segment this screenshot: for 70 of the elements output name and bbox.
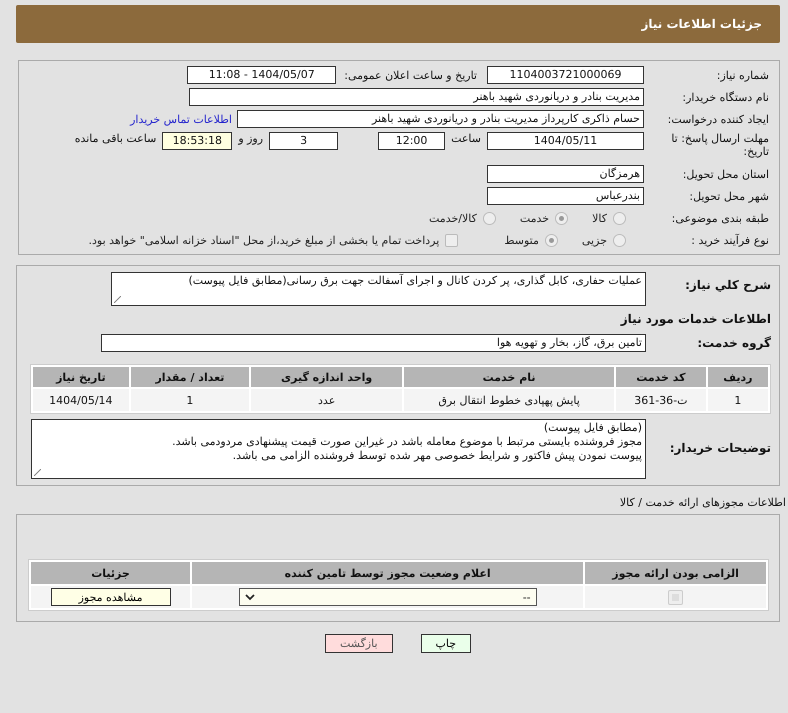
column-header: اعلام وضعیت مجوز توسط تامین کننده bbox=[192, 562, 584, 584]
radio-button[interactable] bbox=[613, 212, 626, 224]
caret-icon bbox=[244, 594, 255, 600]
required-checkbox[interactable] bbox=[668, 590, 684, 604]
radio-label: خدمت bbox=[520, 212, 550, 224]
column-header: جزئیات bbox=[31, 562, 190, 584]
notes-textarea[interactable]: (مطابق فایل پیوست) مجوز فروشنده بایستی مرتبط با موضوع معامله باشد در غیراین صورت قیمت پیشنهادی مردودمی باشد. پیوست نمودن پیش فاکتور و شرایط خصوصی مهر شده توسط فروشنده الزامی می باشد. bbox=[31, 419, 646, 479]
resize-grip-icon bbox=[114, 296, 121, 303]
radio-button[interactable] bbox=[544, 234, 558, 246]
section-heading: اطلاعات خدمات مورد نیاز bbox=[619, 312, 771, 326]
field-label: استان محل تحویل: bbox=[682, 168, 769, 180]
radio-label: متوسط bbox=[504, 234, 539, 246]
province-field: هرمزگان bbox=[487, 165, 644, 183]
view-license-button[interactable]: مشاهده مجوز bbox=[50, 588, 171, 606]
treasury-checkbox[interactable] bbox=[445, 234, 458, 246]
resize-grip-icon bbox=[34, 469, 41, 476]
table-cell: عدد bbox=[251, 389, 402, 411]
column-header: نام خدمت bbox=[404, 367, 614, 387]
deadline-date-field: 1404/05/11 bbox=[487, 132, 644, 150]
summary-textarea[interactable]: عملیات حفاری، کابل گذاری، پر کردن کانال و اجرای آسفالت جهت برق رسانی(مطابق فایل پیوست) bbox=[111, 272, 646, 306]
city-field: بندرعباس bbox=[487, 187, 644, 205]
days-field: 3 bbox=[269, 132, 338, 150]
field-label: شماره نیاز: bbox=[716, 68, 769, 82]
column-header: الزامی بودن ارائه مجوز bbox=[585, 562, 766, 584]
radio-button[interactable] bbox=[613, 234, 626, 246]
table-cell: ت-36-361 bbox=[616, 389, 706, 411]
notes-line: مجوز فروشنده بایستی مرتبط با موضوع معامله باشد در غیراین صورت قیمت پیشنهادی مردودمی باشد. bbox=[171, 435, 642, 449]
table-cell: 1 bbox=[130, 389, 250, 411]
field-label: تاریخ و ساعت اعلان عمومی: bbox=[344, 68, 477, 82]
field-label: نوع فرآیند خرید : bbox=[690, 234, 769, 246]
field-label: شهر محل تحویل: bbox=[688, 190, 769, 202]
column-header: تاریخ نیاز bbox=[33, 367, 129, 387]
section-title: اطلاعات مجوزهای ارائه خدمت / کالا bbox=[618, 496, 786, 509]
remaining-label: ساعت باقی مانده bbox=[74, 132, 156, 145]
field-label: طبقه بندی موضوعی: bbox=[670, 212, 769, 224]
radio-button[interactable] bbox=[482, 212, 496, 224]
field-label: توضیحات خریدار: bbox=[668, 440, 771, 455]
days-label: روز و bbox=[238, 132, 264, 145]
radio-button[interactable] bbox=[555, 212, 568, 224]
announce-date-field: 1404/05/07 - 11:08 bbox=[187, 66, 336, 84]
requester-field: حسام ذاکری کارپرداز مدیریت بنادر و دریانوردی شهید باهنر bbox=[237, 110, 644, 128]
time-label: ساعت bbox=[451, 132, 481, 145]
back-button[interactable]: بازگشت bbox=[324, 634, 393, 653]
table-cell: 1 bbox=[708, 389, 768, 411]
column-header: کد خدمت bbox=[616, 367, 706, 387]
field-label: شرح کلي نياز: bbox=[684, 277, 771, 292]
page-title: جزئیات اطلاعات نیاز bbox=[641, 17, 762, 31]
table-cell: پایش پهپادی خطوط انتقال برق bbox=[404, 389, 614, 411]
radio-label: کالا bbox=[592, 212, 607, 224]
field-label: گروه خدمت: bbox=[696, 336, 771, 350]
field-label: مهلت ارسال پاسخ: تا تاریخ: bbox=[670, 132, 769, 158]
remaining-time-field: 18:53:18 bbox=[162, 132, 232, 150]
buyer-org-field: مدیریت بنادر و دریانوردی شهید باهنر bbox=[189, 88, 644, 106]
buyer-contact-link[interactable]: اطلاعات تماس خریدار bbox=[130, 112, 232, 126]
radio-label: کالا/خدمت bbox=[429, 212, 477, 224]
print-button[interactable]: چاپ bbox=[420, 634, 472, 653]
need-number-field: 1104003721000069 bbox=[487, 66, 644, 84]
field-label: نام دستگاه خریدار: bbox=[681, 90, 769, 104]
notes-line: پیوست نمودن پیش فاکتور و شرایط خصوصی مهر شده توسط فروشنده الزامی می باشد. bbox=[232, 449, 642, 463]
column-header: تعداد / مقدار bbox=[130, 367, 250, 387]
field-label: ایجاد کننده درخواست: bbox=[666, 112, 769, 126]
service-group-field: تامین برق، گاز، بخار و تهویه هوا bbox=[101, 334, 646, 352]
table-cell: 1404/05/14 bbox=[33, 389, 129, 411]
column-header: واحد اندازه گیری bbox=[251, 367, 402, 387]
notes-line: (مطابق فایل پیوست) bbox=[542, 421, 642, 435]
checkbox-label: پرداخت تمام یا بخشی از مبلغ خرید،از محل "اسناد خزانه اسلامی" خواهد بود. bbox=[88, 234, 440, 246]
radio-label: جزیی bbox=[582, 234, 607, 246]
status-dropdown[interactable]: -- bbox=[238, 588, 537, 606]
deadline-time-field: 12:00 bbox=[378, 132, 446, 150]
column-header: ردیف bbox=[708, 367, 768, 387]
